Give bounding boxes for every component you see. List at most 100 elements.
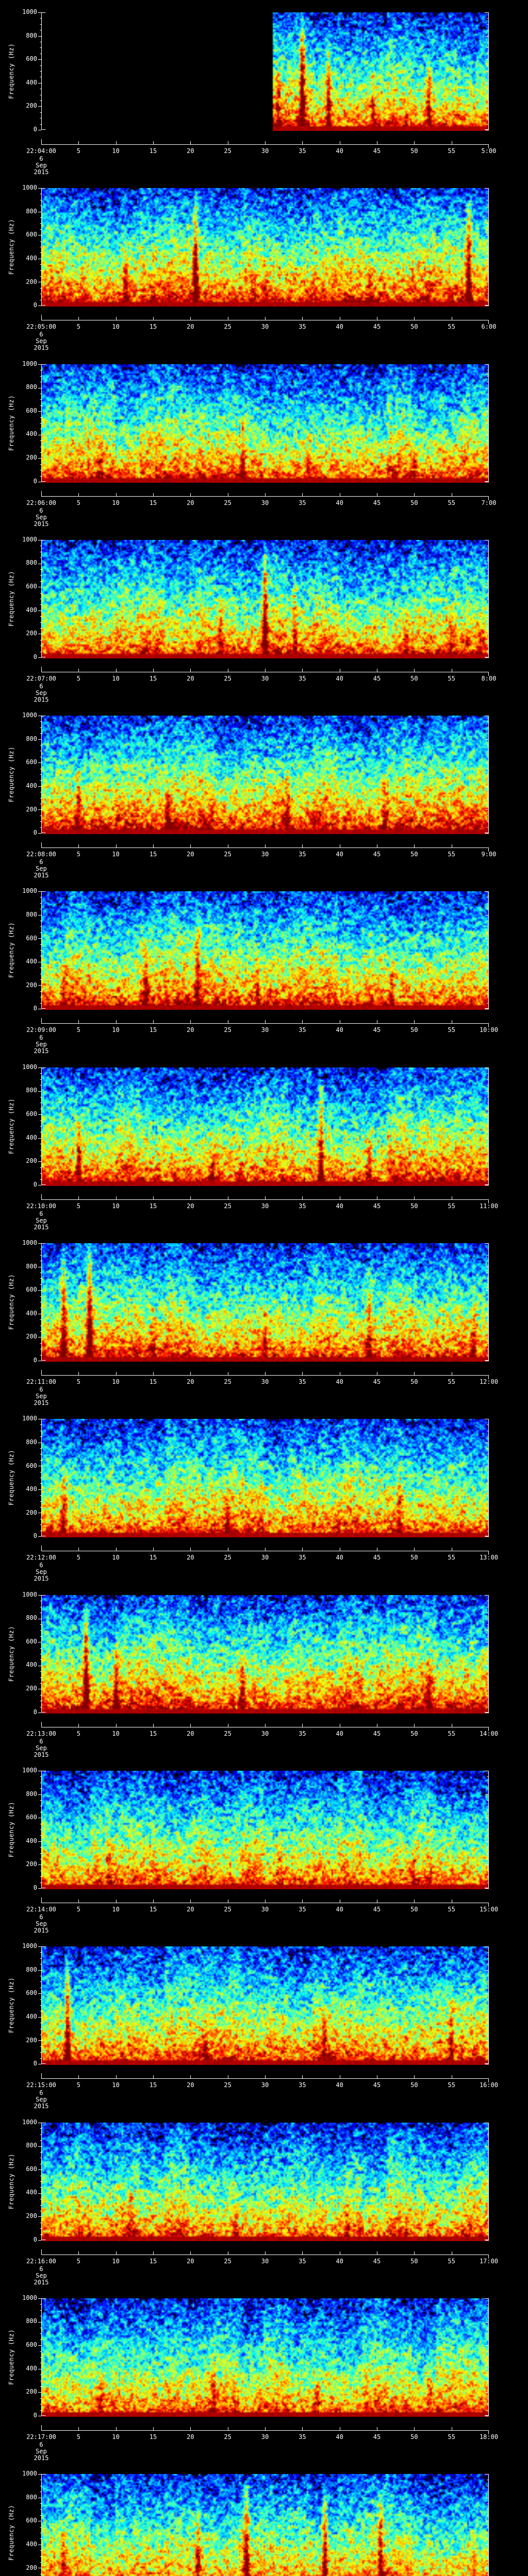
- x-tick-label: 45: [373, 1730, 381, 1737]
- y-tick-label: 800: [26, 1262, 37, 1270]
- x-tick-label: 25: [224, 851, 232, 858]
- x-tick-label: 20: [187, 1202, 194, 1210]
- x-tick-label: 25: [224, 147, 232, 155]
- x-tick-label: 10: [112, 147, 120, 155]
- x-tick-label: 55: [448, 1730, 455, 1737]
- x-tick-label: 55: [448, 323, 455, 331]
- y-tick-label: 1000: [22, 711, 37, 719]
- x-tick-label: 20: [187, 2081, 194, 2089]
- x-tick-label: 15: [149, 1730, 157, 1737]
- y-tick-label: 200: [26, 2388, 37, 2396]
- spectrogram-panel-22:18:00: Frequency (Hz) 22:18:00 19:00 6Sep2015 0…: [0, 2462, 528, 2576]
- x-tick-label: 55: [448, 2433, 455, 2441]
- start-time-label: 22:17:00: [26, 2433, 56, 2441]
- x-tick-label: 45: [373, 1202, 381, 1210]
- x-tick-label: 25: [224, 1730, 232, 1737]
- x-tick-label: 30: [261, 323, 269, 331]
- x-tick-label: 55: [448, 851, 455, 858]
- x-tick-label: 30: [261, 1202, 269, 1210]
- y-tick-label: 600: [26, 2517, 37, 2524]
- y-tick-label: 400: [26, 1133, 37, 1141]
- x-tick-label: 45: [373, 1554, 381, 1562]
- x-tick-label: 15: [149, 2081, 157, 2089]
- x-tick-label: 15: [149, 674, 157, 682]
- spectrogram-image: [41, 1946, 489, 2065]
- x-tick-label: 50: [410, 147, 418, 155]
- x-tick-label: 50: [410, 2257, 418, 2265]
- x-tick-label: 40: [336, 2433, 343, 2441]
- x-tick-label: 10: [112, 1202, 120, 1210]
- x-tick-label: 25: [224, 2433, 232, 2441]
- x-tick-label: 55: [448, 2081, 455, 2089]
- y-tick-label: 600: [26, 1286, 37, 1294]
- y-tick-label: 400: [26, 1309, 37, 1317]
- x-tick-label: 5: [76, 499, 80, 506]
- x-tick-label: 20: [187, 1905, 194, 1913]
- y-tick-label: 800: [26, 2142, 37, 2149]
- y-tick-label: 200: [26, 630, 37, 637]
- y-tick-label: 1000: [22, 1942, 37, 1950]
- x-tick-label: 10: [112, 1905, 120, 1913]
- spectrogram-panel-22:16:00: Frequency (Hz) 22:16:00 17:00 6 Sep 2015 0…: [0, 2110, 528, 2286]
- end-time-label: 14:00: [479, 1730, 499, 1737]
- x-tick-label: 20: [187, 1378, 194, 1386]
- spectrogram-image: [41, 1243, 489, 1362]
- y-tick-label: 600: [26, 2341, 37, 2348]
- x-tick-label: 30: [261, 1026, 269, 1034]
- start-time-label: 22:04:00: [26, 147, 56, 155]
- x-tick-label: 20: [187, 147, 194, 155]
- x-tick-label: 15: [149, 323, 157, 331]
- x-tick-label: 55: [448, 499, 455, 506]
- end-time-label: 9:00: [481, 851, 497, 858]
- x-tick-label: 10: [112, 1730, 120, 1737]
- y-tick-label: 1000: [22, 2118, 37, 2126]
- spectrogram-panel-22:04:00: Frequency (Hz) 22:04:00 5:00 6 Sep 2015 0 2…: [0, 0, 528, 176]
- date-line: 2015: [34, 1223, 49, 1231]
- y-tick-label: 0: [33, 1357, 37, 1364]
- x-tick-label: 40: [336, 674, 343, 682]
- x-tick-label: 20: [187, 2433, 194, 2441]
- x-tick-label: 45: [373, 499, 381, 506]
- y-tick-label: 600: [26, 1110, 37, 1117]
- y-tick-label: 600: [26, 231, 37, 239]
- x-tick-label: 25: [224, 1202, 232, 1210]
- y-tick-label: 400: [26, 1661, 37, 1669]
- x-tick-label: 10: [112, 851, 120, 858]
- x-tick-label: 10: [112, 1378, 120, 1386]
- y-axis-title: Frequency (Hz): [8, 2153, 15, 2209]
- date-line: 2015: [34, 1399, 49, 1407]
- x-tick-label: 45: [373, 674, 381, 682]
- date-line: 2015: [34, 1047, 49, 1055]
- y-tick-label: 800: [26, 1790, 37, 1798]
- x-tick-label: 55: [448, 1026, 455, 1034]
- y-tick-label: 200: [26, 981, 37, 989]
- y-tick-label: 800: [26, 1087, 37, 1094]
- x-tick-label: 45: [373, 147, 381, 155]
- y-tick-label: 400: [26, 78, 37, 86]
- spectrogram-image: [41, 539, 489, 658]
- x-tick-label: 20: [187, 851, 194, 858]
- end-time-label: 7:00: [481, 499, 497, 506]
- x-tick-label: 25: [224, 499, 232, 506]
- y-tick-label: 0: [33, 1180, 37, 1188]
- x-tick-label: 40: [336, 1026, 343, 1034]
- y-tick-label: 200: [26, 1509, 37, 1516]
- spectrogram-panel-22:15:00: Frequency (Hz) 22:15:00 16:00 6 Sep 2015 0…: [0, 1934, 528, 2110]
- spectrogram-image: [41, 891, 489, 1010]
- y-tick-label: 0: [33, 1005, 37, 1012]
- spectrogram-panel-22:13:00: Frequency (Hz) 22:13:00 14:00 6 Sep 2015 0…: [0, 1583, 528, 1759]
- y-tick-label: 0: [33, 1708, 37, 1716]
- y-tick-label: 400: [26, 2540, 37, 2548]
- spectrogram-image: [41, 12, 489, 131]
- x-tick-label: 55: [448, 1905, 455, 1913]
- y-tick-label: 0: [33, 653, 37, 660]
- x-tick-label: 30: [261, 2081, 269, 2089]
- x-tick-label: 5: [76, 1202, 80, 1210]
- y-tick-label: 800: [26, 31, 37, 39]
- date-label: 6 Sep 2015: [34, 1035, 49, 1055]
- x-tick-label: 5: [76, 851, 80, 858]
- y-tick-label: 200: [26, 2212, 37, 2219]
- spectrogram-image: [41, 1770, 489, 1889]
- spectrogram-image: [41, 2474, 489, 2576]
- y-tick-label: 1000: [22, 535, 37, 543]
